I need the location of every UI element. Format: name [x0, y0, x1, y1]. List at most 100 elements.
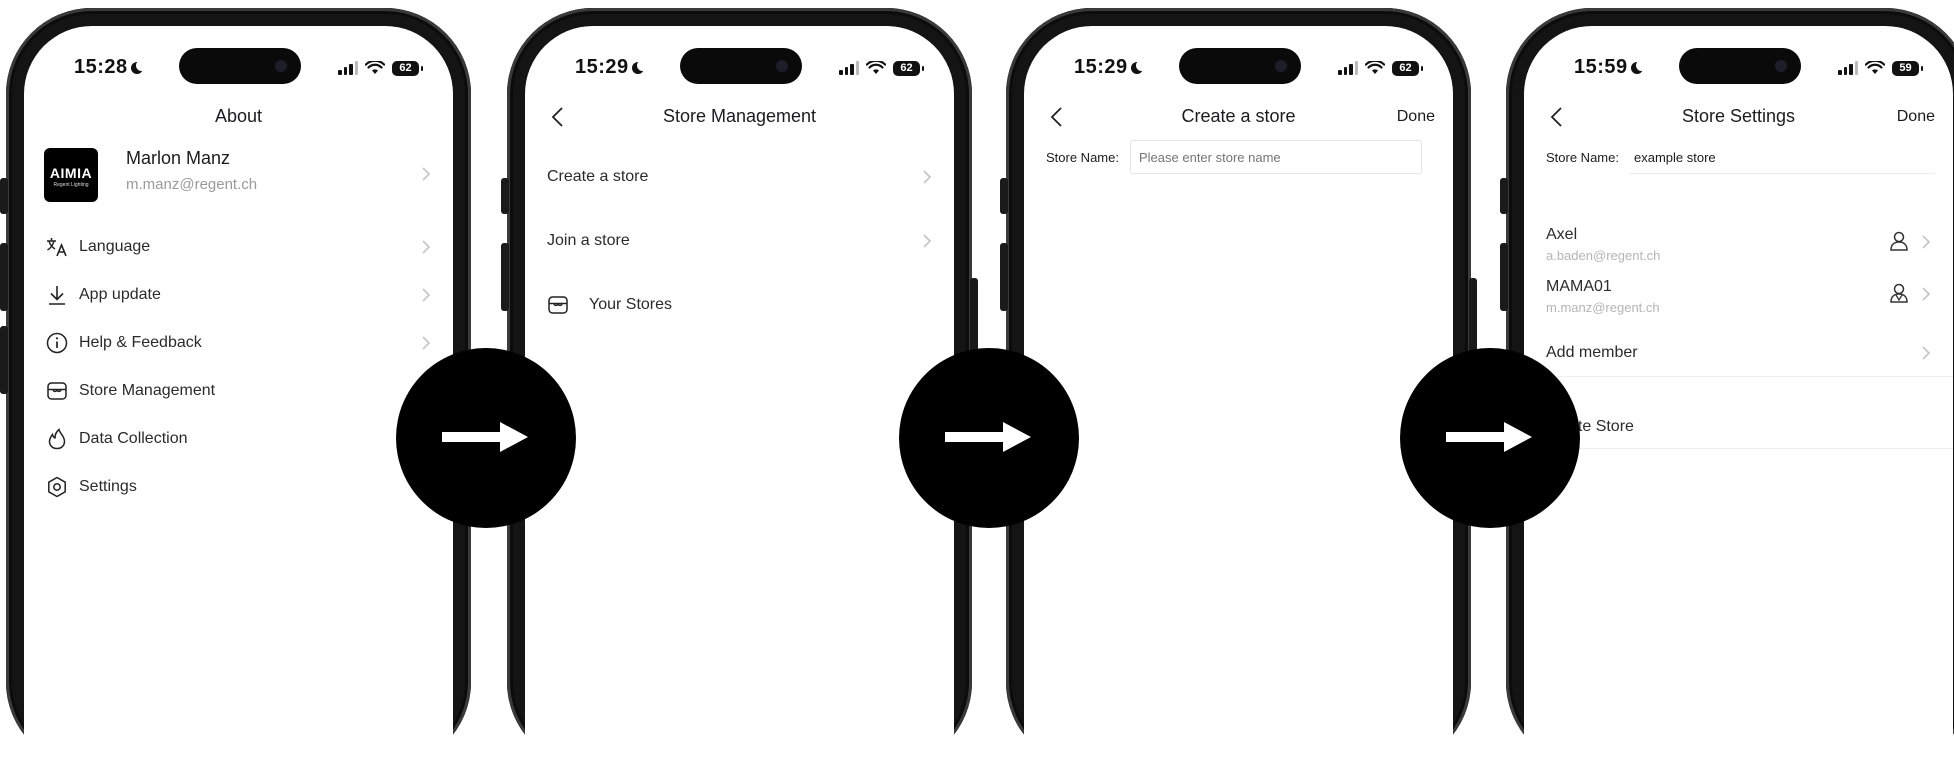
arrow-right-icon	[945, 422, 1031, 452]
settings-gear-icon	[48, 476, 66, 498]
member-email: a.baden@regent.ch	[1546, 248, 1661, 263]
next-step-arrow	[1400, 348, 1580, 528]
next-step-arrow	[899, 348, 1079, 528]
chevron-right-icon	[923, 234, 932, 248]
status-bar: 15:29 62	[1024, 48, 1453, 86]
status-bar: 15:28 62	[24, 48, 453, 86]
person-admin-icon	[1890, 283, 1908, 303]
member-row[interactable]: MAMA01 m.manz@regent.ch	[1524, 274, 1953, 324]
member-row[interactable]: Axel a.baden@regent.ch	[1524, 222, 1953, 272]
status-time: 15:28	[74, 56, 147, 79]
member-name: MAMA01	[1546, 278, 1612, 295]
signal-icon	[1338, 61, 1358, 75]
page-title: About	[214, 106, 263, 126]
page-title: Store Management	[662, 106, 817, 126]
chevron-right-icon	[1922, 346, 1931, 360]
store-icon	[548, 296, 568, 314]
your-stores-label: Your Stores	[589, 296, 673, 313]
wifi-icon	[866, 61, 886, 74]
store-icon	[47, 382, 67, 400]
page-title: Store Settings	[1681, 106, 1796, 126]
field-underline	[1630, 173, 1935, 174]
wifi-icon	[1865, 61, 1885, 74]
member-email: m.manz@regent.ch	[1546, 300, 1660, 315]
store-name-label: Store Name:	[1546, 150, 1619, 165]
menu-label: Join a store	[547, 232, 630, 249]
person-icon	[1890, 231, 1908, 251]
signal-icon	[839, 61, 859, 75]
menu-label: Data Collection	[79, 430, 188, 447]
chevron-right-icon	[422, 336, 431, 350]
menu-item-app-update[interactable]: App update	[24, 272, 453, 320]
screen-store-management: 15:29 62 Store Management Create a store…	[525, 26, 954, 768]
battery-indicator: 62	[893, 60, 924, 76]
next-step-arrow	[396, 348, 576, 528]
menu-label: App update	[79, 286, 161, 303]
signal-icon	[338, 61, 358, 75]
battery-indicator: 59	[1892, 60, 1923, 76]
wifi-icon	[365, 61, 385, 74]
add-member-label: Add member	[1546, 344, 1638, 361]
your-stores-section[interactable]: Your Stores	[525, 282, 954, 330]
phone-store-settings: 15:59 59 Store Settings Done Store Name:…	[1500, 8, 1954, 768]
menu-label: Create a store	[547, 168, 649, 185]
done-button[interactable]: Done	[1397, 108, 1435, 126]
store-name-value[interactable]: example store	[1634, 150, 1716, 165]
create-store-item[interactable]: Create a store	[525, 154, 954, 202]
wifi-icon	[1365, 61, 1385, 74]
app-logo: AIMIA Regent Lighting	[44, 148, 98, 202]
battery-indicator: 62	[392, 60, 423, 76]
download-icon	[49, 286, 65, 305]
info-icon	[46, 332, 68, 354]
menu-label: Store Management	[79, 382, 216, 399]
status-time: 15:29	[575, 56, 648, 79]
store-name-input[interactable]	[1130, 140, 1422, 174]
flame-icon	[48, 428, 66, 450]
status-bar: 15:29 62	[525, 48, 954, 86]
chevron-right-icon	[1922, 235, 1931, 249]
dynamic-island	[179, 48, 301, 84]
chevron-right-icon	[923, 170, 932, 184]
status-bar: 15:59 59	[1524, 48, 1953, 86]
status-time: 15:59	[1574, 56, 1647, 79]
screen-about: 15:28 62 About AIMIA Regent Lighting Mar…	[24, 26, 453, 768]
battery-indicator: 62	[1392, 60, 1423, 76]
arrow-right-icon	[1446, 422, 1532, 452]
screen-create-store: 15:29 62 Create a store Done Store Name:	[1024, 26, 1453, 768]
menu-label: Settings	[79, 478, 137, 495]
profile-name: Marlon Manz	[126, 148, 231, 168]
menu-item-settings[interactable]: Settings	[24, 464, 453, 512]
join-store-item[interactable]: Join a store	[525, 218, 954, 266]
screen-store-settings: 15:59 59 Store Settings Done Store Name:…	[1524, 26, 1953, 768]
chevron-right-icon	[1922, 287, 1931, 301]
add-member-row[interactable]: Add member	[1524, 330, 1953, 377]
phone-create-store: 15:29 62 Create a store Done Store Name:	[1000, 8, 1477, 768]
arrow-right-icon	[442, 422, 528, 452]
member-name: Axel	[1546, 226, 1578, 243]
menu-label: Language	[79, 238, 151, 255]
page-title: Create a store	[1181, 106, 1296, 126]
menu-item-language[interactable]: Language	[24, 224, 453, 272]
profile-row[interactable]: AIMIA Regent Lighting Marlon Manz m.manz…	[24, 144, 453, 204]
chevron-right-icon	[422, 240, 431, 254]
menu-item-help-feedback[interactable]: Help & Feedback	[24, 320, 453, 368]
done-button[interactable]: Done	[1897, 108, 1935, 126]
dynamic-island	[1179, 48, 1301, 84]
profile-email: m.manz@regent.ch	[126, 176, 258, 193]
store-name-field-row: Store Name:	[1024, 140, 1453, 176]
phone-about: 15:28 62 About AIMIA Regent Lighting Mar…	[0, 8, 471, 768]
delete-store-row[interactable]: ete Store	[1524, 402, 1953, 449]
store-name-field-row: Store Name: example store	[1524, 140, 1953, 176]
status-time: 15:29	[1074, 56, 1147, 79]
menu-item-data-collection[interactable]: Data Collection	[24, 416, 453, 464]
dynamic-island	[680, 48, 802, 84]
chevron-right-icon	[422, 167, 431, 181]
translate-icon	[47, 238, 67, 257]
chevron-right-icon	[422, 288, 431, 302]
dynamic-island	[1679, 48, 1801, 84]
menu-item-store-management[interactable]: Store Management	[24, 368, 453, 416]
signal-icon	[1838, 61, 1858, 75]
phone-store-management: 15:29 62 Store Management Create a store…	[501, 8, 978, 768]
store-name-label: Store Name:	[1046, 150, 1119, 165]
menu-label: Help & Feedback	[79, 334, 202, 351]
